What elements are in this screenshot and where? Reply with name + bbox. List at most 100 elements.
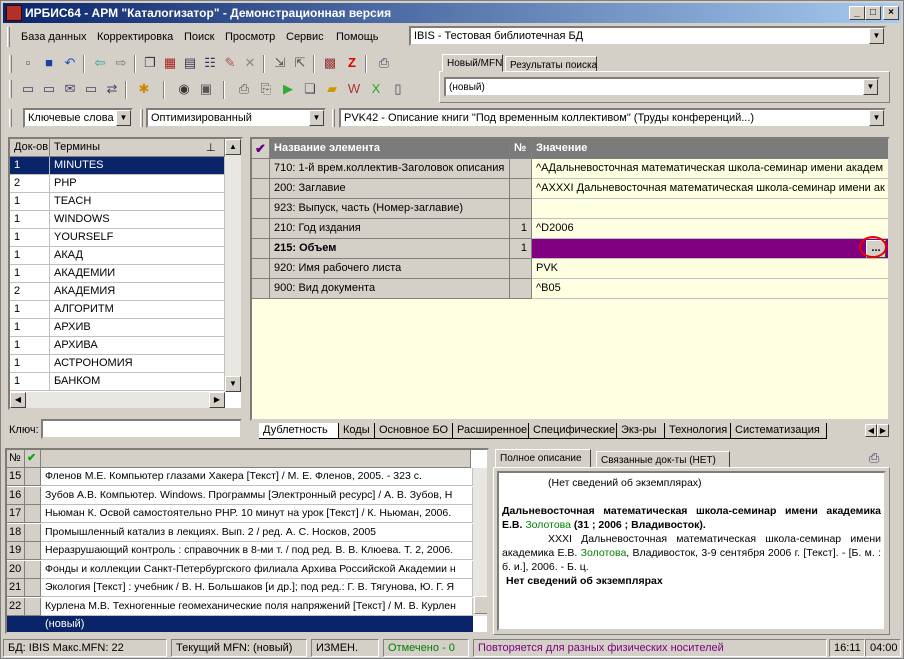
- tab-new-mfn[interactable]: Новый/MFN: [442, 54, 503, 72]
- tab-extended[interactable]: Расширенное: [453, 423, 529, 439]
- check-icon[interactable]: ✔: [252, 139, 270, 159]
- row-marker[interactable]: [252, 179, 270, 199]
- forward-arrow-icon[interactable]: ⇨: [112, 54, 130, 72]
- scroll-right-icon[interactable]: ▶: [209, 392, 225, 408]
- result-checkbox[interactable]: [25, 505, 41, 523]
- terms-header-count[interactable]: Док-ов: [10, 139, 50, 157]
- term-count[interactable]: 1: [10, 229, 50, 247]
- row-marker[interactable]: [252, 159, 270, 179]
- terms-scrollbar[interactable]: ▲ ▼: [225, 139, 241, 392]
- result-checkbox[interactable]: [25, 579, 41, 597]
- term-row[interactable]: АЛГОРИТМ: [50, 301, 225, 319]
- field-value[interactable]: ^AДальневосточная математическая школа-с…: [532, 159, 888, 179]
- field-value[interactable]: ^AXXXI Дальневосточная математическая шк…: [532, 179, 888, 199]
- term-row[interactable]: АКАД: [50, 247, 225, 265]
- term-count[interactable]: 1: [10, 211, 50, 229]
- scroll-thumb[interactable]: [474, 596, 487, 614]
- result-number[interactable]: 16: [7, 486, 25, 505]
- database-select[interactable]: IBIS - Тестовая библиотечная БД ▼: [409, 26, 886, 46]
- tab-main[interactable]: Основное БО: [375, 423, 453, 439]
- field-value[interactable]: [532, 239, 888, 259]
- result-checkbox[interactable]: [25, 597, 41, 616]
- term-count[interactable]: 1: [10, 157, 50, 175]
- term-count[interactable]: 2: [10, 283, 50, 301]
- excel-icon[interactable]: X: [367, 80, 385, 98]
- tree-icon[interactable]: ☷: [201, 54, 219, 72]
- result-row[interactable]: Курлена М.В. Техногенные геомеханические…: [41, 597, 473, 616]
- print-icon[interactable]: ⎙: [869, 450, 879, 466]
- term-count[interactable]: 1: [10, 193, 50, 211]
- result-number[interactable]: 20: [7, 560, 25, 579]
- result-row[interactable]: Фленов М.Е. Компьютер глазами Хакера [Те…: [41, 468, 473, 486]
- result-number[interactable]: 22: [7, 597, 25, 616]
- row-marker[interactable]: [252, 199, 270, 219]
- delete-icon[interactable]: ✕: [241, 54, 259, 72]
- template-icon[interactable]: ▤: [181, 54, 199, 72]
- tab-linked-docs[interactable]: Связанные док-ты (НЕТ): [596, 451, 730, 468]
- result-number[interactable]: 17: [7, 505, 25, 523]
- field-value[interactable]: PVK: [532, 259, 888, 279]
- term-row[interactable]: PHP: [50, 175, 225, 193]
- term-count[interactable]: 2: [10, 175, 50, 193]
- field-value[interactable]: ^B05: [532, 279, 888, 299]
- terms-header-term[interactable]: Термины: [50, 139, 225, 157]
- link-icon[interactable]: ⇄: [103, 80, 121, 98]
- tab-classification[interactable]: Систематизация: [731, 423, 827, 439]
- title-bar[interactable]: ИРБИС64 - АРМ "Каталогизатор" - Демонстр…: [3, 3, 901, 23]
- print-preview-icon[interactable]: ⎘: [257, 80, 275, 98]
- scroll-left-icon[interactable]: ◀: [10, 392, 26, 408]
- result-checkbox[interactable]: [25, 468, 41, 486]
- term-row[interactable]: MINUTES: [50, 157, 225, 175]
- term-row[interactable]: АСТРОНОМИЯ: [50, 355, 225, 373]
- field-value[interactable]: [532, 199, 888, 219]
- menu-database[interactable]: База данных: [21, 31, 87, 43]
- term-row[interactable]: WINDOWS: [50, 211, 225, 229]
- edit-icon[interactable]: ✎: [221, 54, 239, 72]
- new-document-icon[interactable]: ▫: [19, 54, 37, 72]
- result-row[interactable]: Неразрушающий контроль : справочник в 8-…: [41, 542, 473, 560]
- search-mode-select[interactable]: Ключевые слова ▼: [23, 108, 133, 128]
- term-row[interactable]: АРХИВА: [50, 337, 225, 355]
- term-count[interactable]: 1: [10, 265, 50, 283]
- result-number[interactable]: 15: [7, 468, 25, 486]
- menu-search[interactable]: Поиск: [184, 31, 214, 43]
- chevron-down-icon[interactable]: ▼: [863, 79, 878, 95]
- save-icon[interactable]: ■: [40, 54, 58, 72]
- folder-icon[interactable]: ▰: [323, 80, 341, 98]
- term-row[interactable]: АРХИВ: [50, 319, 225, 337]
- result-row[interactable]: Фонды и коллекции Санкт-Петербургского ф…: [41, 560, 473, 579]
- result-row[interactable]: Экология [Текст] : учебник / В. Н. Больш…: [41, 579, 473, 597]
- dictionary-icon[interactable]: ▩: [321, 54, 339, 72]
- tab-full-description[interactable]: Полное описание: [495, 449, 591, 467]
- header-number[interactable]: №: [510, 139, 532, 159]
- menu-view[interactable]: Просмотр: [225, 31, 275, 43]
- result-checkbox[interactable]: [25, 523, 41, 542]
- term-count[interactable]: 1: [10, 247, 50, 265]
- minimize-icon[interactable]: _: [849, 6, 865, 20]
- import-icon[interactable]: ⇲: [271, 54, 289, 72]
- tools-icon[interactable]: ✱: [135, 80, 153, 98]
- result-checkbox[interactable]: [25, 542, 41, 560]
- scroll-down-icon[interactable]: ▼: [225, 376, 241, 392]
- term-count[interactable]: 1: [10, 373, 50, 391]
- pages-icon[interactable]: ❏: [301, 80, 319, 98]
- tab-duplicates[interactable]: Дублетность: [259, 423, 339, 439]
- results-new-row[interactable]: (новый): [7, 616, 473, 632]
- header-value[interactable]: Значение: [532, 139, 888, 159]
- chevron-down-icon[interactable]: ▼: [869, 110, 884, 126]
- tab-technology[interactable]: Технология: [665, 423, 731, 439]
- tab-copies[interactable]: Экз-ры: [617, 423, 665, 439]
- back-arrow-icon[interactable]: ⇦: [91, 54, 109, 72]
- row-marker[interactable]: [252, 219, 270, 239]
- word-icon[interactable]: W: [345, 80, 363, 98]
- comment-icon[interactable]: ▭: [19, 80, 37, 98]
- menu-help[interactable]: Помощь: [336, 31, 379, 43]
- mail-icon[interactable]: ✉: [61, 80, 79, 98]
- result-checkbox[interactable]: [25, 486, 41, 505]
- chevron-down-icon[interactable]: ▼: [309, 110, 324, 126]
- tab-search-results[interactable]: Результаты поиска: [505, 56, 597, 72]
- document-icon[interactable]: ▯: [389, 80, 407, 98]
- term-row[interactable]: TEACH: [50, 193, 225, 211]
- chevron-down-icon[interactable]: ▼: [869, 28, 884, 44]
- result-number[interactable]: 18: [7, 523, 25, 542]
